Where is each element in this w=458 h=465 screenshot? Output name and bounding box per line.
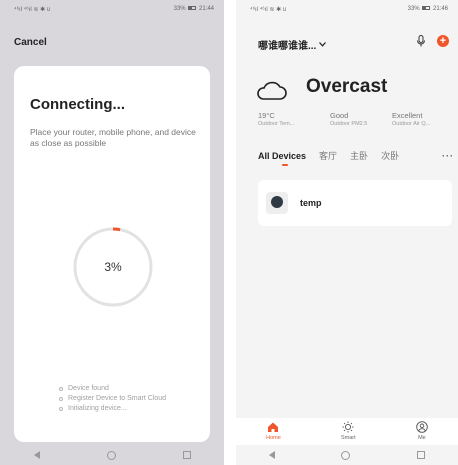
- user-icon: [416, 421, 428, 433]
- tab-all-devices[interactable]: All Devices: [258, 151, 306, 161]
- step-item: Initializing device...: [59, 404, 166, 414]
- battery-text: 33%: [173, 6, 186, 12]
- status-bar: ⁴⁶ıl ⁴⁶ıl ≋ ✱ ʊ 33% 21:46: [250, 4, 448, 14]
- weather-title: Overcast: [306, 76, 388, 97]
- device-card[interactable]: temp: [258, 180, 452, 226]
- progress-ring: 3%: [71, 225, 155, 309]
- step-dot-icon: [59, 397, 63, 401]
- clock: 21:46: [432, 6, 448, 12]
- bottom-tab-bar: Home Smart Me: [236, 418, 458, 446]
- add-device-button[interactable]: +: [437, 35, 449, 47]
- progress-percent: 3%: [104, 260, 122, 274]
- clock: 21:44: [198, 6, 214, 12]
- tab-room[interactable]: 主卧: [350, 149, 368, 162]
- stat-air-quality: Excellent Outdoor Air Q...: [392, 111, 431, 127]
- home-selector[interactable]: 哪谁哪谁谁...: [258, 37, 327, 52]
- device-name: temp: [300, 198, 322, 208]
- home-circle-icon[interactable]: [106, 450, 116, 460]
- instruction-text: Place your router, mobile phone, and dev…: [30, 127, 196, 148]
- step-item: Device found: [59, 384, 166, 394]
- chevron-down-icon: [319, 42, 327, 47]
- tab-home[interactable]: Home: [266, 418, 281, 446]
- back-icon[interactable]: [269, 451, 276, 459]
- recents-icon[interactable]: [416, 451, 425, 459]
- tab-me[interactable]: Me: [416, 418, 428, 446]
- signal-indicator: ⁴⁶ıl ⁴⁶ıl ≋ ✱ ʊ: [250, 6, 287, 13]
- recents-icon[interactable]: [182, 451, 191, 459]
- home-icon: [268, 422, 279, 432]
- home-circle-icon[interactable]: [341, 450, 351, 460]
- battery-icon: [188, 6, 197, 11]
- tab-room[interactable]: 客厅: [319, 149, 337, 162]
- stat-pm25: Good Outdoor PM2.5: [330, 111, 368, 127]
- system-nav-bar: [0, 445, 224, 465]
- step-item: Register Device to Smart Cloud: [59, 394, 166, 404]
- room-tabs: All Devices 客厅 主卧 次卧 ···: [258, 149, 454, 162]
- home-screen: ⁴⁶ıl ⁴⁶ıl ≋ ✱ ʊ 33% 21:46 哪谁哪谁谁... + Ove…: [236, 0, 458, 465]
- step-dot-icon: [59, 387, 63, 391]
- cancel-button[interactable]: Cancel: [14, 37, 47, 48]
- status-bar: ⁴⁶ıl ⁴⁶ıl ≋ ✱ ʊ 33% 21:44: [14, 4, 214, 14]
- step-list: Device found Register Device to Smart Cl…: [59, 384, 166, 414]
- home-name: 哪谁哪谁谁...: [258, 41, 317, 52]
- back-icon[interactable]: [33, 451, 40, 459]
- signal-indicator: ⁴⁶ıl ⁴⁶ıl ≋ ✱ ʊ: [14, 6, 51, 13]
- sun-icon: [342, 421, 354, 433]
- active-tab-indicator: [282, 164, 288, 166]
- connecting-screen: ⁴⁶ıl ⁴⁶ıl ≋ ✱ ʊ 33% 21:44 Cancel Connect…: [0, 0, 224, 465]
- battery-text: 33%: [407, 6, 420, 12]
- mic-icon[interactable]: [416, 35, 426, 47]
- system-nav-bar: [236, 445, 458, 465]
- tab-room[interactable]: 次卧: [381, 149, 399, 162]
- tab-smart[interactable]: Smart: [341, 418, 356, 446]
- connecting-card: Connecting... Place your router, mobile …: [14, 66, 210, 442]
- page-title: Connecting...: [30, 96, 125, 113]
- more-icon[interactable]: ···: [442, 151, 454, 161]
- thermostat-icon: [266, 192, 288, 214]
- step-dot-icon: [59, 407, 63, 411]
- cloud-icon: [257, 81, 287, 100]
- battery-icon: [422, 6, 431, 11]
- stat-temperature: 19°C Outdoor Tem...: [258, 111, 295, 127]
